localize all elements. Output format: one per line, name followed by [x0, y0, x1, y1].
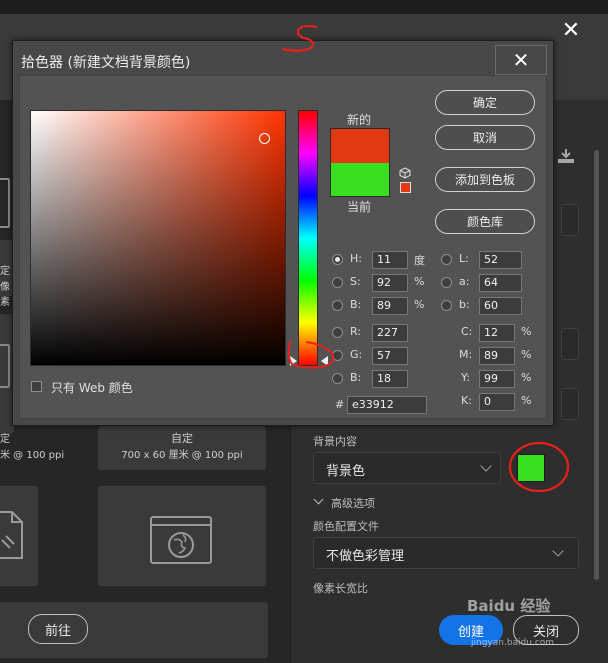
ok-button[interactable]: 确定 — [435, 90, 535, 115]
g-input[interactable]: 57 — [372, 347, 408, 365]
chevron-down-icon — [552, 545, 564, 557]
gamut-color-swatch[interactable] — [400, 182, 411, 193]
c-input[interactable]: 12 — [479, 324, 515, 342]
s-input[interactable]: 92 — [372, 274, 408, 292]
radio-lab-b[interactable] — [441, 300, 452, 311]
top-bar — [0, 0, 608, 14]
radio-r[interactable] — [332, 327, 343, 338]
hue-slider-left-handle[interactable] — [290, 356, 297, 366]
a-input[interactable]: 64 — [479, 274, 522, 292]
watermark-url: jingyan.baidu.com — [471, 638, 555, 648]
r-input[interactable]: 227 — [372, 324, 408, 342]
h-input[interactable]: 11 — [372, 251, 408, 269]
radio-s[interactable] — [332, 277, 343, 288]
hue-slider-right-handle[interactable] — [321, 356, 328, 366]
current-color-label: 当前 — [347, 200, 372, 214]
dialog-title: 拾色器 (新建文档背景颜色) — [21, 55, 191, 71]
advanced-options-toggle[interactable]: 高级选项 — [331, 495, 375, 511]
radio-g[interactable] — [332, 350, 343, 361]
radio-b[interactable] — [332, 300, 343, 311]
lab-b-input[interactable]: 60 — [479, 297, 522, 315]
add-to-swatches-button[interactable]: 添加到色板 — [435, 167, 535, 192]
color-profile-select[interactable]: 不做色彩管理 — [313, 537, 579, 569]
radio-l[interactable] — [441, 254, 452, 265]
watermark-logo: Baidu 经验 — [467, 597, 551, 615]
close-icon: ✕ — [512, 48, 530, 72]
new-color-swatch — [330, 128, 390, 163]
background-color-swatch[interactable] — [517, 454, 545, 482]
close-icon: ✕ — [561, 17, 581, 43]
pixel-aspect-label: 像素长宽比 — [313, 582, 368, 595]
color-field-marker[interactable] — [259, 133, 270, 144]
radio-h[interactable] — [332, 254, 343, 265]
l-input[interactable]: 52 — [479, 251, 522, 269]
field-partial-3[interactable] — [561, 388, 579, 420]
new-color-label: 新的 — [347, 113, 372, 127]
color-libraries-button[interactable]: 颜色库 — [435, 209, 535, 234]
field-partial-2[interactable] — [561, 328, 579, 360]
picker-close-button[interactable]: ✕ — [495, 45, 547, 75]
b-input[interactable]: 89 — [372, 297, 408, 315]
save-preset-icon[interactable] — [557, 148, 575, 164]
document-icon — [0, 178, 10, 228]
preset-tile-document[interactable] — [0, 486, 38, 586]
web-colors-only-checkbox[interactable] — [31, 381, 42, 392]
chevron-down-icon[interactable] — [313, 494, 324, 505]
color-field[interactable] — [30, 110, 286, 366]
color-picker-dialog: 拾色器 (新建文档背景颜色) ✕ 新的 当前 确定 取消 添加到色板 颜色库 H… — [12, 40, 554, 426]
y-input[interactable]: 99 — [479, 370, 515, 388]
gamut-warning-icon[interactable] — [399, 167, 411, 179]
radio-rgb-b[interactable] — [332, 373, 343, 384]
footer-bar: 前往 — [0, 602, 268, 658]
scrollbar[interactable] — [594, 150, 599, 580]
web-colors-only-label: 只有 Web 颜色 — [51, 381, 133, 395]
document-icon — [0, 511, 23, 559]
cancel-button[interactable]: 取消 — [435, 125, 535, 150]
radio-a[interactable] — [441, 277, 452, 288]
background-content-label: 背景内容 — [313, 435, 357, 448]
chevron-down-icon — [480, 460, 492, 472]
rgb-b-input[interactable]: 18 — [372, 370, 408, 388]
preset-tile-custom[interactable]: 自定 700 x 60 厘米 @ 100 ppi — [98, 426, 266, 470]
web-icon — [150, 516, 212, 564]
prev-button[interactable]: 前往 — [28, 614, 88, 644]
preset-tile-web[interactable] — [98, 486, 266, 586]
hue-slider[interactable] — [298, 110, 318, 366]
hex-input[interactable]: e33912 — [347, 396, 427, 414]
m-input[interactable]: 89 — [479, 347, 515, 365]
k-input[interactable]: 0 — [479, 393, 515, 411]
current-color-swatch[interactable] — [330, 163, 390, 197]
document-icon — [0, 344, 10, 388]
color-profile-label: 颜色配置文件 — [313, 520, 379, 533]
field-partial-1[interactable] — [561, 204, 579, 236]
background-content-select[interactable]: 背景色 — [313, 452, 501, 484]
